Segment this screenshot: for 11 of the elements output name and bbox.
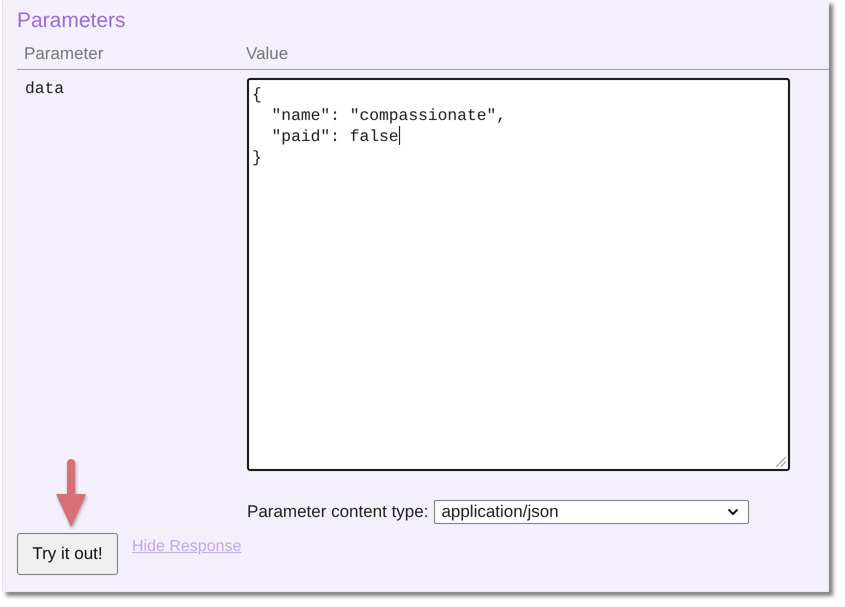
resize-grip-icon[interactable] — [775, 456, 786, 467]
column-header: Value — [245, 43, 290, 65]
json-textarea[interactable]: { "name": "compassionate", "paid": false } — [247, 78, 790, 471]
parameter-name: data — [24, 78, 66, 100]
field-label: Parameter content type: — [247, 502, 428, 522]
content-type-select[interactable]: application/json — [434, 500, 750, 524]
section-title: Parameters — [17, 9, 127, 33]
try-it-out-button[interactable]: Try it out! — [17, 533, 118, 575]
column-header: Parameter — [23, 43, 104, 65]
pointer-arrow — [56, 459, 86, 527]
chevron-down-icon — [727, 508, 740, 516]
